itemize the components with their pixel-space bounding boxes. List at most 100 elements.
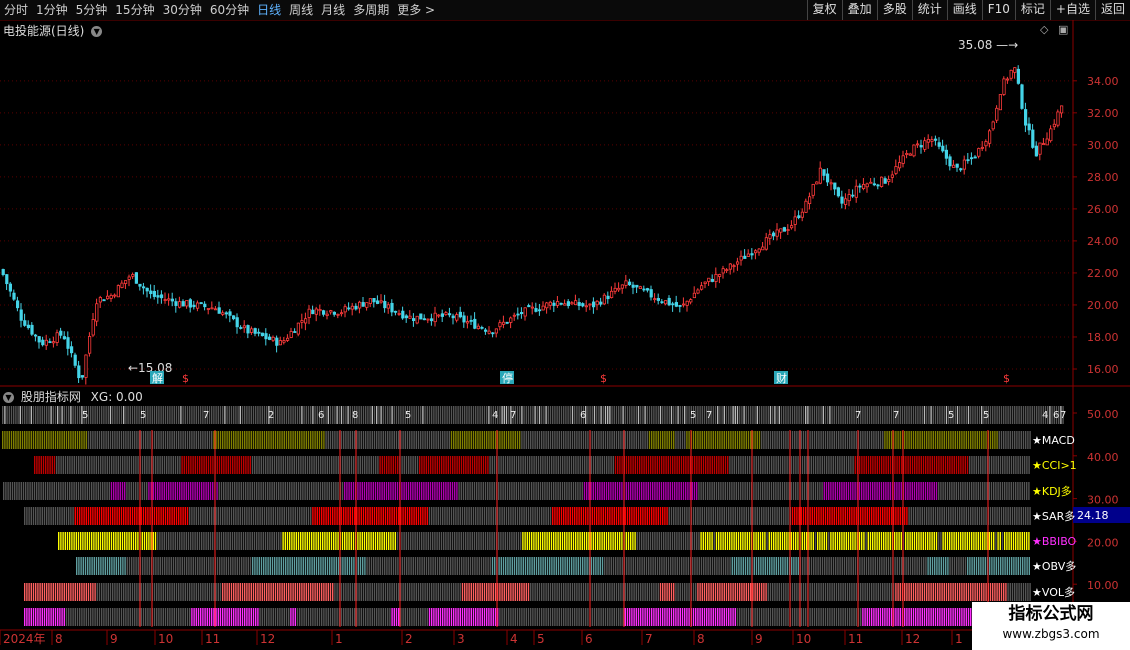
- strip-bar: [952, 431, 954, 449]
- strip-bar: [182, 583, 184, 601]
- strip-bar: [790, 482, 792, 500]
- strip-bar: [449, 482, 451, 500]
- strip-bar: [368, 557, 370, 575]
- strip-bar: [132, 482, 135, 500]
- strip-bar: [972, 583, 974, 601]
- strip-bar: [420, 608, 422, 626]
- strip-bar: [275, 482, 278, 500]
- strip-bar: [80, 532, 82, 550]
- strip-bar: [389, 608, 391, 626]
- strip-bar: [749, 557, 751, 575]
- strip-bar: [205, 532, 207, 550]
- strip-bar: [907, 482, 909, 500]
- strip-bar: [878, 532, 880, 550]
- strip-bar: [112, 507, 114, 525]
- strip-bar: [570, 482, 572, 500]
- strip-bar: [511, 532, 513, 550]
- strip-bar: [943, 583, 945, 601]
- strip-bar: [681, 431, 684, 449]
- strip-bar: [450, 557, 452, 575]
- strip-bar: [344, 456, 346, 474]
- strip-bar: [525, 406, 527, 424]
- strip-bar: [17, 406, 19, 424]
- strip-bar: [393, 406, 395, 424]
- strip-bar: [447, 532, 449, 550]
- strip-bar: [826, 557, 828, 575]
- strip-bar: [282, 557, 285, 575]
- strip-bar: [828, 557, 830, 575]
- strip-bar: [312, 608, 314, 626]
- strip-bar: [474, 557, 476, 575]
- strip-bar: [871, 507, 873, 525]
- strip-bar: [1020, 507, 1022, 525]
- strip-bar: [398, 431, 400, 449]
- strip-bar: [710, 431, 712, 449]
- strip-bar: [538, 507, 541, 525]
- strip-bar: [208, 608, 211, 626]
- strip-bar: [862, 507, 864, 525]
- strip-bar: [477, 583, 479, 601]
- strip-bar: [586, 532, 588, 550]
- strip-bar: [41, 507, 43, 525]
- strip-bar: [464, 431, 466, 449]
- strip-bar: [503, 507, 505, 525]
- strip-bar: [754, 431, 756, 449]
- strip-bar: [574, 608, 576, 626]
- strip-bar: [453, 583, 455, 601]
- strip-bar: [773, 456, 775, 474]
- strip-bar: [762, 482, 764, 500]
- strip-bar: [725, 557, 727, 575]
- strip-bar: [300, 557, 302, 575]
- strip-bar: [184, 507, 186, 525]
- strip-bar: [681, 557, 683, 575]
- strip-bar: [846, 608, 849, 626]
- strip-bar: [610, 557, 612, 575]
- strip-bar: [469, 482, 471, 500]
- strip-bar: [704, 532, 707, 550]
- strip-bar: [267, 456, 269, 474]
- candle-body: [73, 354, 77, 366]
- strip-bar: [722, 456, 724, 474]
- candle-body: [494, 328, 499, 334]
- strip-bar: [908, 583, 910, 601]
- chart-canvas[interactable]: 34.0032.0030.0028.0026.0024.0022.0020.00…: [0, 0, 1130, 650]
- strip-bar: [371, 507, 373, 525]
- strip-bar: [368, 456, 370, 474]
- strip-bar: [510, 507, 512, 525]
- strip-bar: [131, 431, 134, 449]
- strip-bar: [843, 557, 846, 575]
- strip-bar: [11, 482, 14, 500]
- strip-bar: [157, 482, 159, 500]
- strip-bar: [753, 456, 755, 474]
- strip-bar: [944, 456, 947, 474]
- strip-bar: [319, 532, 322, 550]
- strip-bar: [126, 557, 128, 575]
- strip-bar: [500, 532, 502, 550]
- strip-bar: [881, 456, 883, 474]
- strip-bar: [347, 608, 349, 626]
- strip-bar: [285, 406, 288, 424]
- y-tick-label: 26.00: [1087, 203, 1119, 216]
- strip-bar: [276, 557, 278, 575]
- strip-bar: [762, 456, 764, 474]
- strip-bar: [901, 557, 903, 575]
- strip-bar: [181, 456, 183, 474]
- strip-bar: [520, 532, 522, 550]
- strip-bar: [226, 431, 228, 449]
- strip-bar: [769, 406, 772, 424]
- strip-bar: [758, 583, 761, 601]
- strip-bar: [129, 583, 131, 601]
- strip-bar: [273, 456, 276, 474]
- strip-bar: [169, 406, 171, 424]
- strip-bar: [388, 557, 390, 575]
- strip-bar: [824, 583, 827, 601]
- strip-bar: [517, 482, 520, 500]
- strip-bar: [461, 406, 464, 424]
- strip-bar: [514, 507, 516, 525]
- candle-body: [872, 183, 877, 186]
- strip-bar: [68, 406, 70, 424]
- strip-bar: [467, 532, 469, 550]
- strip-bar: [340, 406, 343, 424]
- strip-bar: [71, 532, 73, 550]
- strip-bar: [673, 431, 675, 449]
